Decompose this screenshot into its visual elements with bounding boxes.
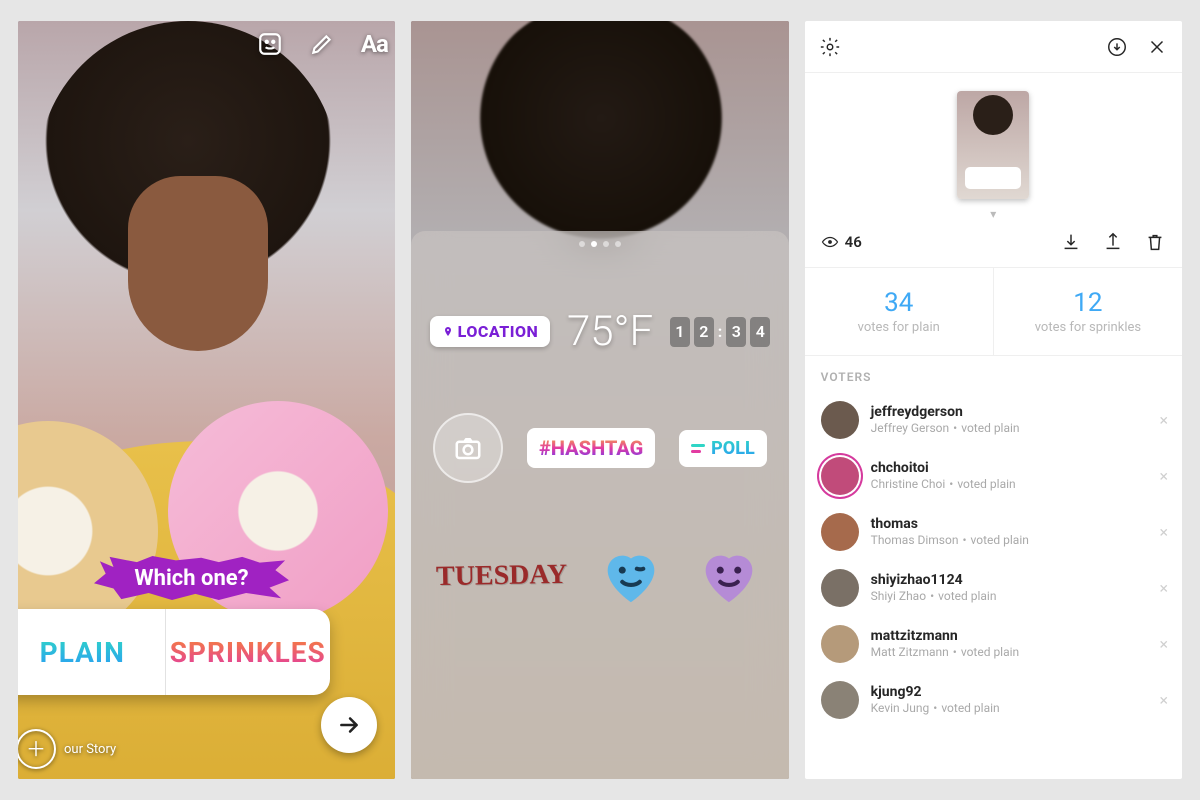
sticker-icon[interactable] [255,29,285,59]
save-icon[interactable] [1106,36,1128,58]
camera-icon [453,433,483,463]
view-count: 46 [821,233,862,251]
arrow-right-icon [336,712,362,738]
settings-icon[interactable] [819,36,841,58]
time-sticker[interactable]: 1 2 : 3 4 [670,317,771,347]
voters-header: VOTERS [805,356,1182,392]
draw-icon[interactable] [307,29,337,59]
send-story-button[interactable] [321,697,377,753]
voter-subtext: Thomas Dimson•voted plain [871,533,1029,548]
poll-sticker[interactable]: PLAIN SPRINKLES [18,609,330,695]
voter-subtext: Shiyi Zhao•voted plain [871,589,997,604]
remove-voter-icon[interactable]: × [1159,579,1168,598]
votes-plain: 34 votes for plain [805,268,993,355]
voter-username: shiyizhao1124 [871,572,997,590]
heart-sticker-wink[interactable] [596,541,666,611]
sticker-tray-screen: LOCATION 75°F 1 2 : 3 4 #HASHTAG POLL TU… [411,21,788,779]
voter-subtext: Matt Zitzmann•voted plain [871,645,1020,660]
temperature-sticker[interactable]: 75°F [567,307,653,356]
day-sticker[interactable]: TUESDAY [435,559,567,593]
voter-subtext: Christine Choi•voted plain [871,477,1016,492]
avatar [821,625,859,663]
voter-subtext: Jeffrey Gerson•voted plain [871,421,1020,436]
pin-icon [442,326,454,338]
voter-row[interactable]: thomasThomas Dimson•voted plain × [805,504,1182,560]
remove-voter-icon[interactable]: × [1159,523,1168,542]
chevron-down-icon: ▾ [805,207,1182,221]
delete-icon[interactable] [1144,231,1166,253]
remove-voter-icon[interactable]: × [1159,691,1168,710]
story-editor-screen: Aa Which one? PLAIN SPRINKLES ＋ our Stor… [18,21,395,779]
voter-row[interactable]: chchoitoiChristine Choi•voted plain × [805,448,1182,504]
voter-username: thomas [871,516,1029,534]
votes-sprinkles: 12 votes for sprinkles [993,268,1182,355]
avatar [821,681,859,719]
location-sticker[interactable]: LOCATION [430,316,551,347]
avatar [821,569,859,607]
remove-voter-icon[interactable]: × [1159,635,1168,654]
results-header [805,21,1182,73]
poll-option-b[interactable]: SPRINKLES [166,609,331,695]
remove-voter-icon[interactable]: × [1159,411,1168,430]
vote-summary: 34 votes for plain 12 votes for sprinkle… [805,268,1182,356]
close-icon[interactable] [1146,36,1168,58]
selfie-sticker[interactable] [433,413,503,483]
story-editor-toolbar: Aa [255,29,389,59]
voter-subtext: Kevin Jung•voted plain [871,701,1000,716]
avatar [821,513,859,551]
download-icon[interactable] [1060,231,1082,253]
story-thumbnail[interactable] [957,91,1029,199]
voter-row[interactable]: shiyizhao1124Shiyi Zhao•voted plain × [805,560,1182,616]
share-icon[interactable] [1102,231,1124,253]
your-story-button[interactable]: ＋ our Story [18,729,116,769]
poll-results-screen: ▾ 46 34 votes for plain 12 votes for spr… [805,21,1182,779]
text-tool-button[interactable]: Aa [359,29,389,59]
eye-icon [821,233,839,251]
voter-username: mattzitzmann [871,628,1020,646]
hashtag-sticker[interactable]: #HASHTAG [527,428,655,468]
tray-page-indicator [411,241,788,247]
voter-username: jeffreydgerson [871,404,1020,422]
voter-row[interactable]: kjung92Kevin Jung•voted plain × [805,672,1182,728]
voter-username: chchoitoi [871,460,1016,478]
poll-bars-icon [691,444,705,453]
remove-voter-icon[interactable]: × [1159,467,1168,486]
voter-username: kjung92 [871,684,1000,702]
voters-list: jeffreydgersonJeffrey Gerson•voted plain… [805,392,1182,728]
poll-sticker-option[interactable]: POLL [679,430,767,467]
avatar [821,457,859,495]
heart-sticker-smile[interactable] [694,541,764,611]
avatar [821,401,859,439]
voter-row[interactable]: mattzitzmannMatt Zitzmann•voted plain × [805,616,1182,672]
add-story-icon: ＋ [18,729,56,769]
poll-option-a[interactable]: PLAIN [18,609,166,695]
voter-row[interactable]: jeffreydgersonJeffrey Gerson•voted plain… [805,392,1182,448]
